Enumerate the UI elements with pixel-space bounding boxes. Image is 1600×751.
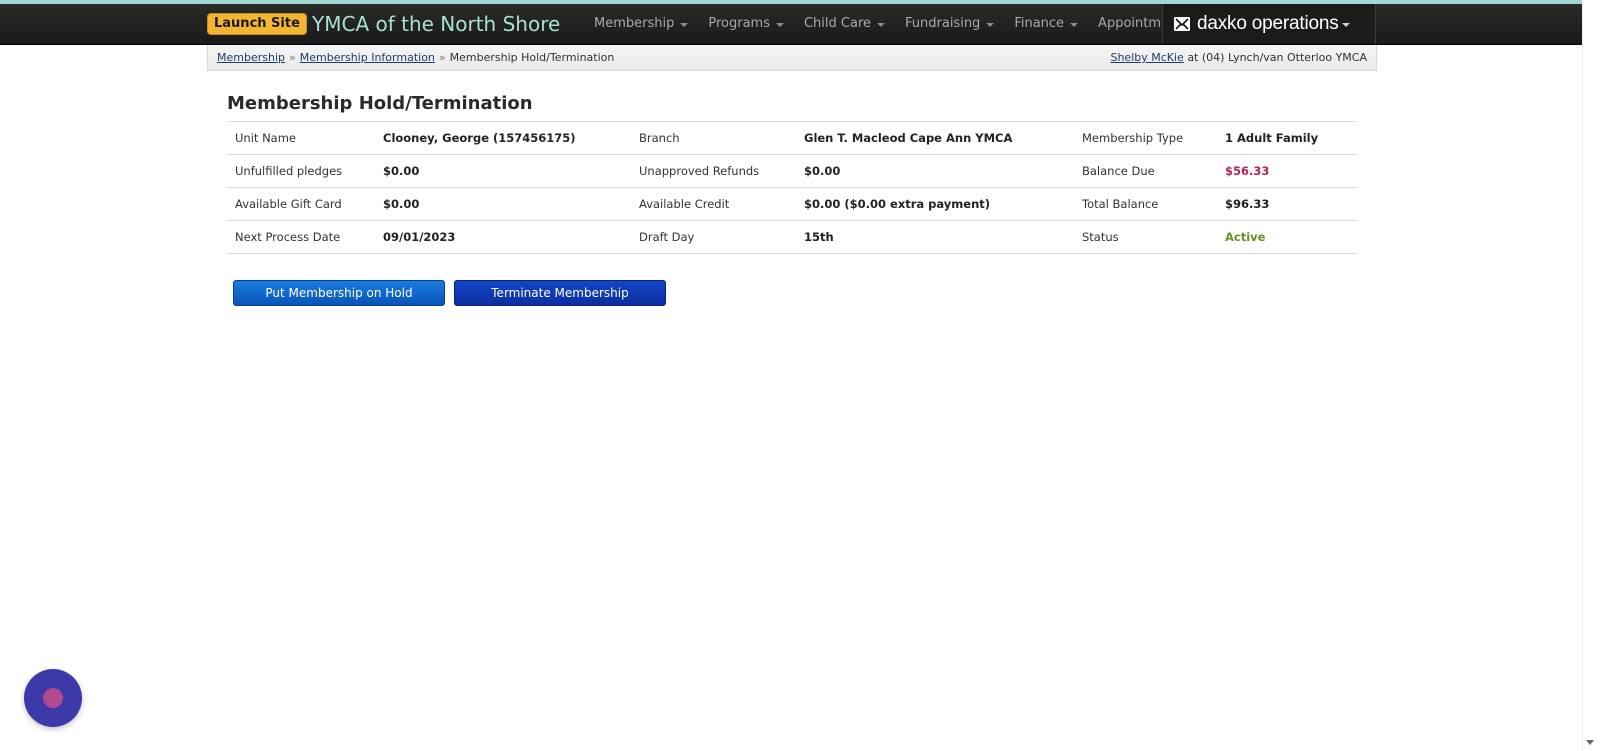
vertical-scrollbar[interactable]	[1582, 0, 1600, 751]
membership-type-label: Membership Type	[1074, 121, 1217, 155]
menu-finance[interactable]: Finance	[1004, 4, 1088, 44]
total-balance-label: Total Balance	[1074, 187, 1217, 221]
available-credit-label: Available Credit	[631, 187, 796, 221]
menu-membership[interactable]: Membership	[584, 4, 698, 44]
draft-day-value: 15th	[796, 220, 1074, 254]
menu-programs-label: Programs	[708, 16, 770, 31]
daxko-brand-menu[interactable]: daxko operations	[1162, 4, 1376, 44]
chevron-down-icon	[877, 22, 886, 27]
user-info: Shelby McKie at (04) Lynch/van Otterloo …	[1110, 45, 1367, 70]
menu-programs[interactable]: Programs	[698, 4, 794, 44]
membership-type-value: 1 Adult Family	[1217, 121, 1357, 155]
table-row: Unfulfilled pledges $0.00 Unapproved Ref…	[227, 154, 1357, 188]
unapproved-refunds-label: Unapproved Refunds	[631, 154, 796, 188]
menu-fundraising-label: Fundraising	[905, 16, 981, 31]
breadcrumb-link-membership[interactable]: Membership	[217, 51, 285, 64]
brand-name: daxko operations	[1197, 13, 1339, 34]
user-location: (04) Lynch/van Otterloo YMCA	[1201, 51, 1367, 64]
user-name-link[interactable]: Shelby McKie	[1110, 51, 1183, 64]
menu-fundraising[interactable]: Fundraising	[895, 4, 1004, 44]
breadcrumb-current: Membership Hold/Termination	[449, 51, 615, 64]
status-badge: Active	[1217, 220, 1357, 254]
envelope-icon	[1173, 15, 1191, 33]
unit-name-value: Clooney, George (157456175)	[375, 121, 631, 155]
breadcrumb-trail: Membership» Membership Information» Member…	[217, 45, 614, 70]
main-menu: Membership Programs Child Care Fundraisi…	[584, 4, 1213, 44]
user-connector: at	[1187, 51, 1199, 64]
membership-info-table: Unit Name Clooney, George (157456175) Br…	[227, 121, 1357, 254]
breadcrumb-link-membership-information[interactable]: Membership Information	[300, 51, 435, 64]
draft-day-label: Draft Day	[631, 220, 796, 254]
unit-name-label: Unit Name	[227, 121, 375, 155]
unapproved-refunds-value: $0.00	[796, 154, 1074, 188]
next-process-date-value: 09/01/2023	[375, 220, 631, 254]
branch-value: Glen T. Macleod Cape Ann YMCA	[796, 121, 1074, 155]
chevron-down-icon	[680, 22, 689, 27]
menu-membership-label: Membership	[594, 16, 675, 31]
table-row: Available Gift Card $0.00 Available Cred…	[227, 187, 1357, 221]
total-balance-value: $96.33	[1217, 187, 1357, 221]
breadcrumb-separator: »	[289, 51, 296, 64]
available-gift-card-label: Available Gift Card	[227, 187, 375, 221]
breadcrumb-separator: »	[438, 51, 446, 64]
menu-child-care[interactable]: Child Care	[794, 4, 895, 44]
chevron-down-icon	[775, 22, 784, 27]
site-title[interactable]: YMCA of the North Shore	[312, 10, 560, 38]
breadcrumb: Membership» Membership Information» Member…	[207, 45, 1377, 71]
table-row: Next Process Date 09/01/2023 Draft Day 1…	[227, 220, 1357, 254]
chevron-down-icon	[986, 22, 995, 27]
top-navbar: Launch Site YMCA of the North Shore Memb…	[0, 4, 1600, 45]
table-row: Unit Name Clooney, George (157456175) Br…	[227, 121, 1357, 155]
menu-child-care-label: Child Care	[803, 16, 872, 31]
chat-indicator-dot	[43, 688, 63, 708]
available-credit-value: $0.00 ($0.00 extra payment)	[796, 187, 1074, 221]
unfulfilled-pledges-label: Unfulfilled pledges	[227, 154, 375, 188]
chevron-down-icon	[1341, 22, 1350, 27]
status-label: Status	[1074, 220, 1217, 254]
menu-finance-label: Finance	[1014, 16, 1065, 31]
branch-label: Branch	[631, 121, 796, 155]
put-membership-on-hold-button[interactable]: Put Membership on Hold	[233, 280, 445, 306]
available-gift-card-value: $0.00	[375, 187, 631, 221]
terminate-membership-button[interactable]: Terminate Membership	[454, 280, 666, 306]
scroll-down-arrow-icon[interactable]	[1586, 740, 1594, 745]
launch-site-button[interactable]: Launch Site	[207, 13, 307, 35]
page: Launch Site YMCA of the North Shore Memb…	[0, 0, 1600, 751]
next-process-date-label: Next Process Date	[227, 220, 375, 254]
page-title: Membership Hold/Termination	[227, 93, 533, 114]
chat-widget-icon[interactable]	[24, 669, 82, 727]
chevron-down-icon	[1070, 22, 1079, 27]
unfulfilled-pledges-value: $0.00	[375, 154, 631, 188]
balance-due-value: $56.33	[1217, 154, 1357, 188]
balance-due-label: Balance Due	[1074, 154, 1217, 188]
